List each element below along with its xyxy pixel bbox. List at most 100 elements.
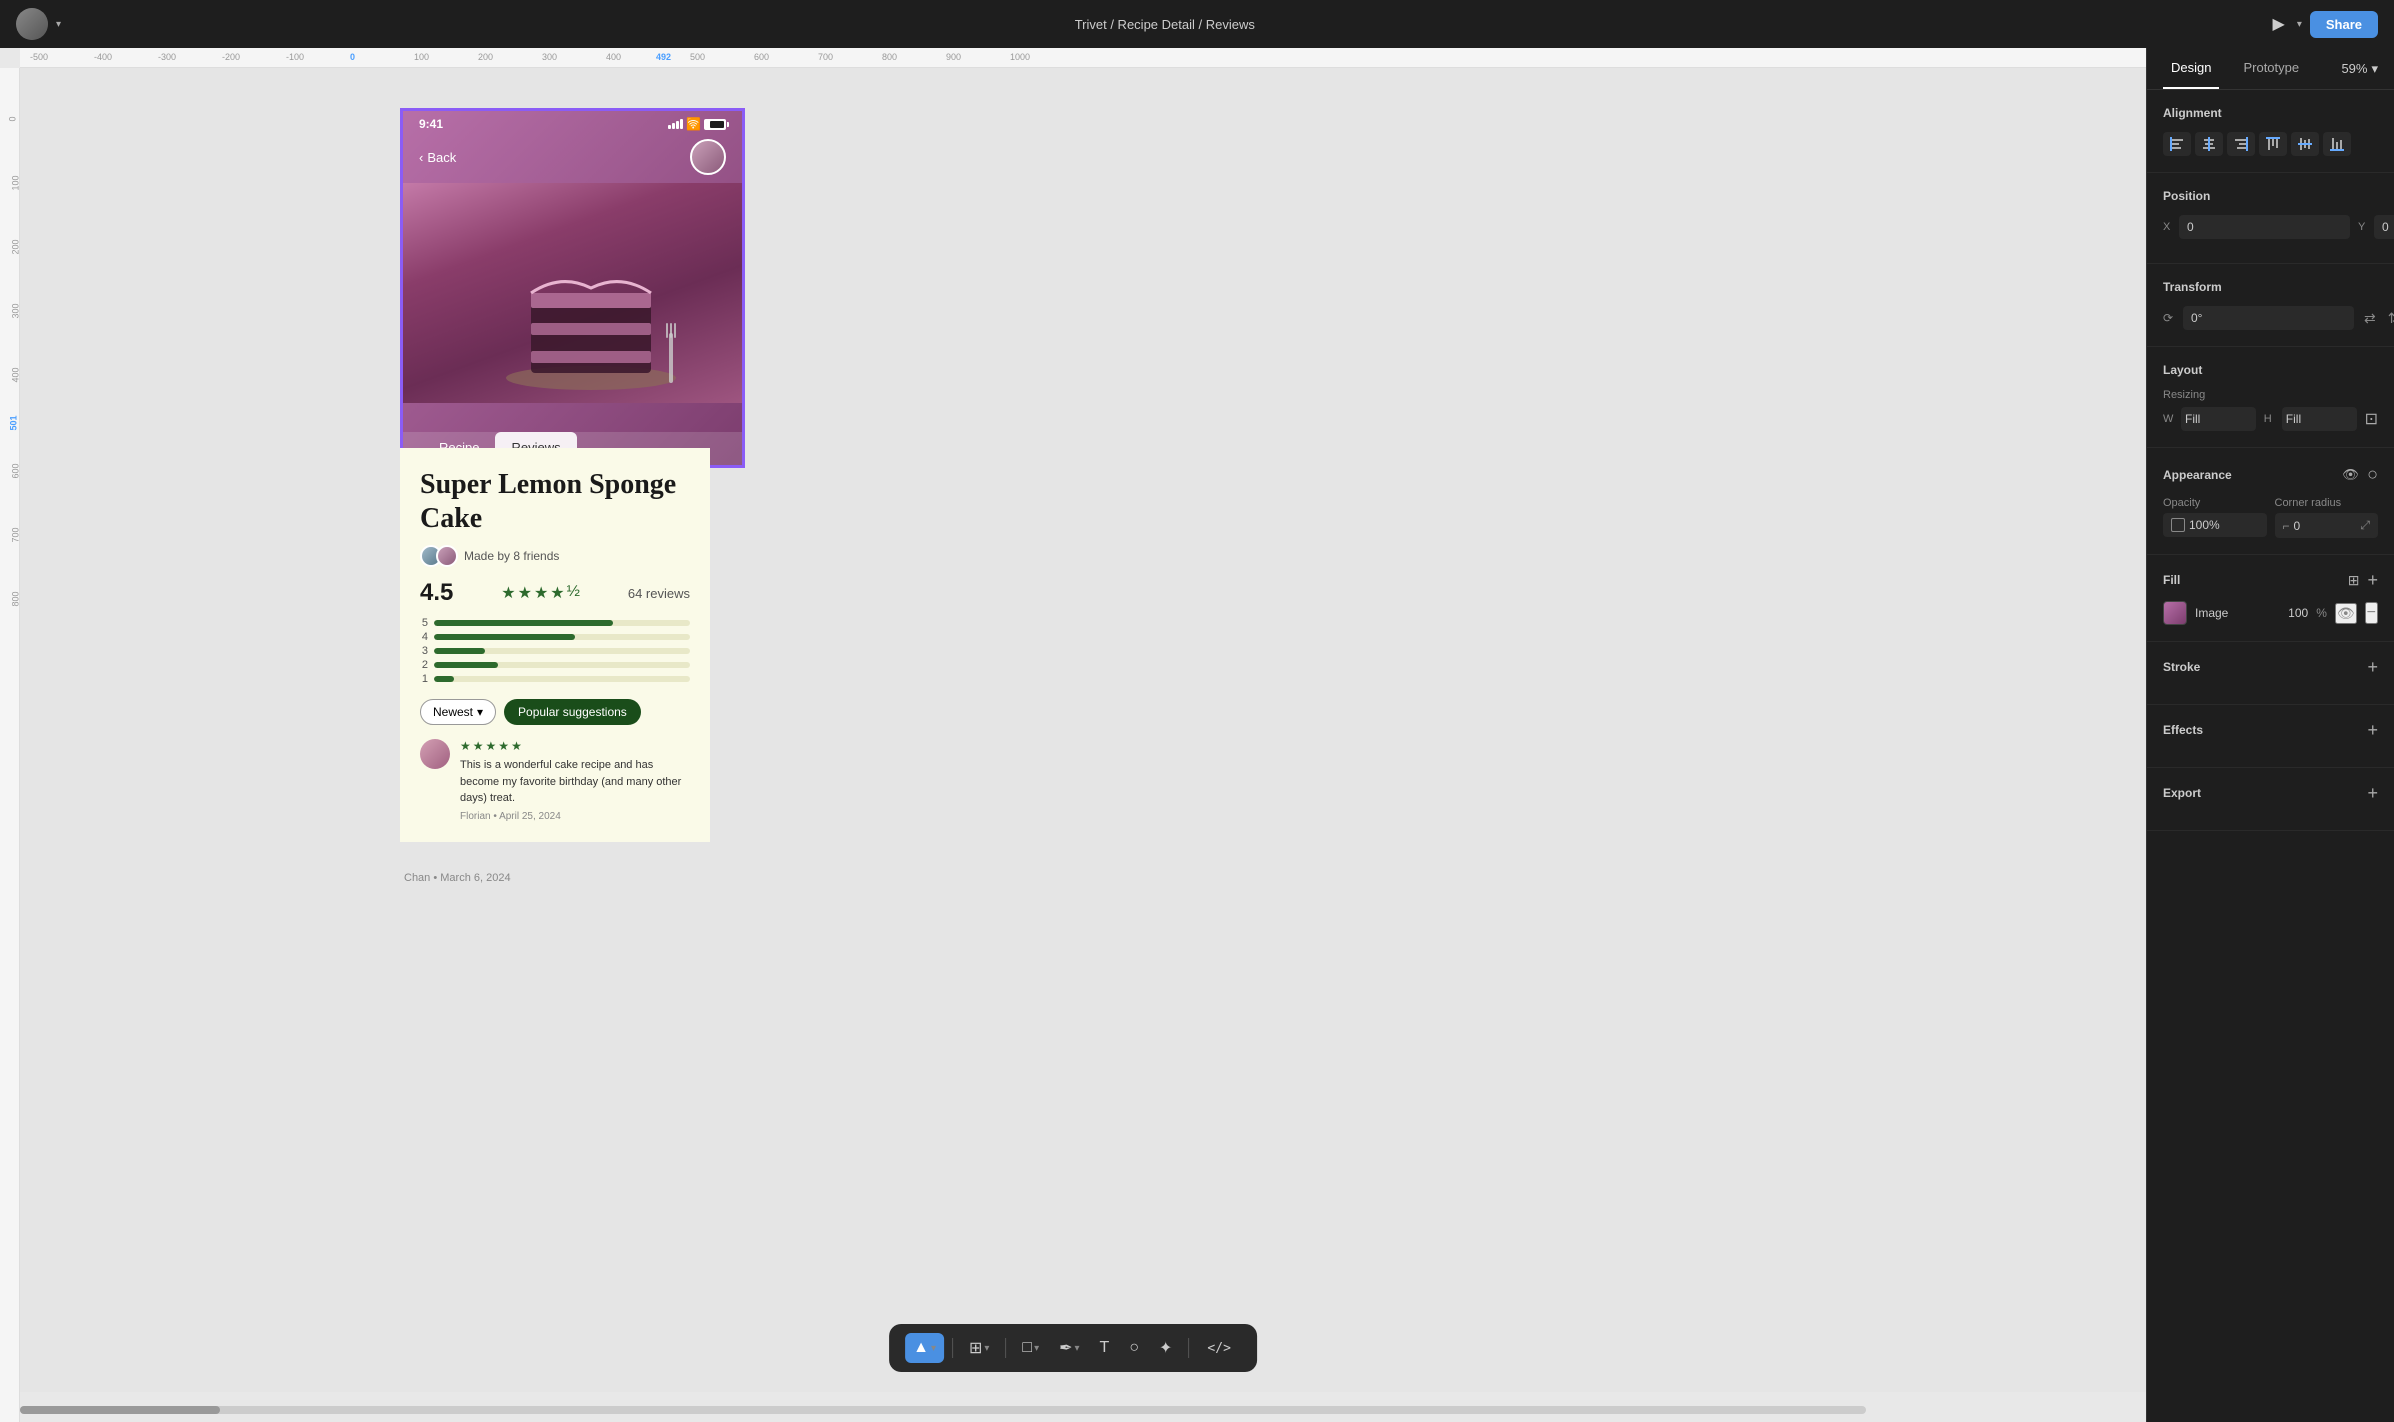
play-button[interactable]: ▶ — [2269, 10, 2289, 38]
avatar-group — [420, 545, 458, 567]
back-button[interactable]: ‹ Back — [419, 150, 456, 165]
export-header: Export + — [2163, 784, 2378, 802]
canvas-background[interactable]: 9:41 🛜 — [20, 68, 2146, 1392]
opacity-input[interactable] — [2189, 518, 2259, 532]
appearance-icons: 👁 ○ — [2342, 464, 2378, 485]
layout-fields: W Fill Fixed Hug H Fill Fixed Hug ⊡ — [2163, 407, 2378, 431]
ruler-mark-300: 300 — [542, 52, 557, 62]
fill-percent-label: % — [2316, 606, 2327, 620]
fill-row: Image 100 % 👁 − — [2163, 601, 2378, 625]
bar-track-5 — [434, 620, 690, 626]
appearance-circle-button[interactable]: ○ — [2367, 464, 2378, 485]
vruler-100: 100 — [11, 175, 21, 190]
bar-label-3: 3 — [420, 645, 428, 657]
text-tool-button[interactable]: T — [1092, 1333, 1118, 1363]
width-select[interactable]: Fill Fixed Hug — [2181, 407, 2256, 431]
fill-swatch[interactable] — [2163, 601, 2187, 625]
align-center-h-icon — [2202, 137, 2216, 151]
code-icon: </> — [1207, 1341, 1230, 1356]
zoom-selector[interactable]: 59% ▾ — [2341, 61, 2378, 77]
review-item-1: ★ ★ ★ ★ ★ This is a wonderful cake recip… — [420, 739, 690, 822]
review-star-3: ★ — [486, 739, 497, 753]
export-add-button[interactable]: + — [2367, 784, 2378, 802]
height-field: H Fill Fixed Hug — [2264, 407, 2357, 431]
pen-tool-button[interactable]: ✒ ▾ — [1051, 1332, 1087, 1364]
align-top-button[interactable] — [2259, 132, 2287, 156]
align-right-icon — [2234, 137, 2248, 151]
vruler-600: 600 — [11, 463, 21, 478]
opacity-icon — [2171, 518, 2185, 532]
fill-remove-button[interactable]: − — [2365, 602, 2378, 624]
rating-row: 4.5 ★ ★ ★ ★ ½ 64 reviews — [420, 579, 690, 607]
newest-filter-button[interactable]: Newest ▾ — [420, 699, 496, 725]
tab-prototype[interactable]: Prototype — [2235, 48, 2307, 89]
angle-icon: ⟳ — [2163, 311, 2179, 325]
frame-chevron-icon: ▾ — [984, 1343, 989, 1354]
effects-section: Effects + — [2147, 705, 2394, 768]
position-title: Position — [2163, 189, 2378, 203]
bubble-tool-button[interactable]: ○ — [1121, 1333, 1147, 1363]
pen-chevron-icon: ▾ — [1075, 1343, 1080, 1354]
vruler-800: 800 — [11, 591, 21, 606]
toolbar-divider-2 — [1005, 1338, 1006, 1358]
angle-field: ⟳ — [2163, 306, 2354, 330]
pointer-tool-button[interactable]: ▲ ▾ — [905, 1333, 944, 1363]
bar-row-4: 4 — [420, 631, 690, 643]
toolbar-divider-3 — [1188, 1338, 1189, 1358]
appearance-eye-button[interactable]: 👁 — [2342, 467, 2359, 483]
fill-grid-button[interactable]: ⊞ — [2348, 572, 2360, 589]
canvas-area[interactable]: -500 -400 -300 -200 -100 0 100 200 300 4… — [0, 48, 2146, 1422]
made-by-row: Made by 8 friends — [420, 545, 690, 567]
angle-input[interactable] — [2183, 306, 2354, 330]
scrollbar-thumb[interactable] — [20, 1406, 220, 1414]
tab-design[interactable]: Design — [2163, 48, 2219, 89]
phone-frame[interactable]: 9:41 🛜 — [400, 108, 745, 468]
effects-add-button[interactable]: + — [2367, 721, 2378, 739]
align-left-button[interactable] — [2163, 132, 2191, 156]
zoom-value: 59% — [2341, 61, 2367, 76]
align-bottom-button[interactable] — [2323, 132, 2351, 156]
bar1 — [668, 125, 671, 129]
reviewer-avatar — [420, 739, 450, 769]
corner-icon: ⌐ — [2283, 519, 2290, 533]
height-select[interactable]: Fill Fixed Hug — [2282, 407, 2357, 431]
bar-fill-2 — [434, 662, 498, 668]
align-middle-button[interactable] — [2291, 132, 2319, 156]
ruler-mark-1000: 1000 — [1010, 52, 1030, 62]
fill-add-button[interactable]: + — [2367, 571, 2378, 589]
canvas-scrollbar[interactable] — [20, 1406, 1866, 1414]
breadcrumb: Trivet / Recipe Detail / Reviews — [1075, 17, 1255, 32]
align-right-button[interactable] — [2227, 132, 2255, 156]
flip-h-button[interactable]: ⇄ — [2362, 308, 2378, 329]
stroke-add-button[interactable]: + — [2367, 658, 2378, 676]
align-center-h-button[interactable] — [2195, 132, 2223, 156]
alignment-section: Alignment — [2147, 90, 2394, 173]
bar-track-3 — [434, 648, 690, 654]
opacity-box — [2163, 513, 2267, 537]
corner-input[interactable] — [2294, 519, 2357, 533]
review-content-1: ★ ★ ★ ★ ★ This is a wonderful cake recip… — [460, 739, 690, 822]
flip-v-button[interactable]: ⇅ — [2386, 308, 2394, 329]
user-profile-avatar[interactable] — [690, 139, 726, 175]
bottom-toolbar: ▲ ▾ ⊞ ▾ □ ▾ ✒ ▾ T ○ ✦ — [889, 1324, 1257, 1372]
review-text-1: This is a wonderful cake recipe and has … — [460, 757, 690, 807]
ai-tool-button[interactable]: ✦ — [1151, 1332, 1180, 1364]
ruler-horizontal: -500 -400 -300 -200 -100 0 100 200 300 4… — [20, 48, 2146, 68]
rect-chevron-icon: ▾ — [1034, 1343, 1039, 1354]
rect-tool-button[interactable]: □ ▾ — [1014, 1333, 1047, 1363]
x-input[interactable] — [2179, 215, 2350, 239]
code-button[interactable]: </> — [1197, 1335, 1240, 1362]
frame-tool-button[interactable]: ⊞ ▾ — [961, 1332, 997, 1364]
share-button[interactable]: Share — [2310, 11, 2378, 38]
x-label: X — [2163, 221, 2175, 233]
play-chevron-icon[interactable]: ▾ — [2297, 19, 2302, 30]
popular-suggestions-button[interactable]: Popular suggestions — [504, 699, 641, 725]
fill-eye-button[interactable]: 👁 — [2335, 603, 2357, 624]
layout-settings-button[interactable]: ⊡ — [2365, 407, 2378, 431]
corner-expand-button[interactable]: ⤢ — [2360, 518, 2370, 533]
user-avatar-button[interactable] — [16, 8, 48, 40]
review-star-5: ★ — [511, 739, 522, 753]
align-left-icon — [2170, 137, 2184, 151]
y-input[interactable] — [2374, 215, 2394, 239]
avatar-chevron-icon[interactable]: ▾ — [56, 19, 61, 30]
